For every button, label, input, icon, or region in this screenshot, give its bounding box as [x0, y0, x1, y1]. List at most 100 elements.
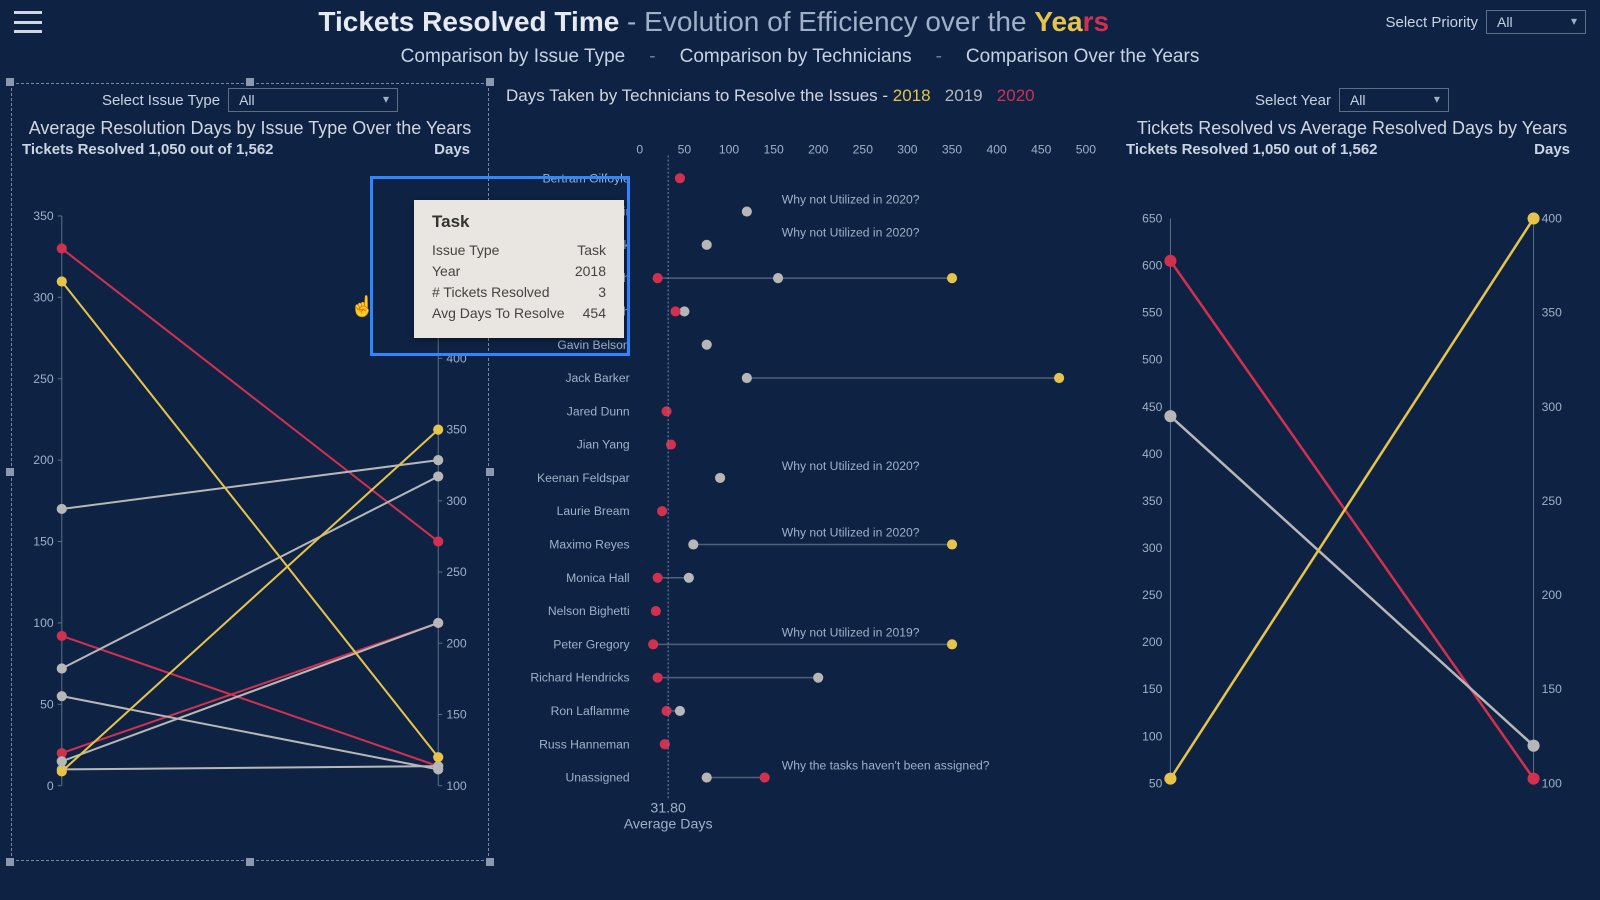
cursor-icon: ☝️ [350, 294, 375, 319]
legend-2018[interactable]: 2018 [893, 86, 931, 105]
right-title: Tickets Resolved vs Average Resolved Day… [1114, 118, 1590, 139]
tooltip-heading: Task [432, 212, 606, 232]
svg-text:Jack Barker: Jack Barker [565, 371, 629, 385]
svg-text:200: 200 [446, 636, 467, 650]
svg-text:50: 50 [40, 697, 54, 711]
title-sub-yellow: Yea [1034, 6, 1082, 37]
title-sub-pre: - Evolution of Efficiency over the [619, 6, 1034, 37]
nav-issue-type[interactable]: Comparison by Issue Type [401, 46, 626, 68]
svg-text:200: 200 [808, 142, 829, 156]
svg-text:400: 400 [1542, 212, 1562, 226]
svg-text:100: 100 [1142, 729, 1162, 743]
svg-text:300: 300 [33, 290, 54, 304]
svg-text:100: 100 [33, 616, 54, 630]
svg-text:Nelson Bighetti: Nelson Bighetti [548, 604, 630, 618]
title-sub-red: rs [1083, 6, 1109, 37]
tooltip: Task Issue TypeTask Year2018 # Tickets R… [414, 200, 624, 338]
nav-sep-2: - [936, 46, 942, 68]
svg-text:500: 500 [1142, 353, 1162, 367]
tooltip-k2: Year [432, 261, 460, 282]
svg-text:500: 500 [1076, 142, 1096, 156]
svg-text:Monica Hall: Monica Hall [566, 571, 630, 585]
svg-text:Jian Yang: Jian Yang [577, 438, 630, 452]
svg-text:Russ Hanneman: Russ Hanneman [539, 737, 630, 751]
svg-text:250: 250 [33, 372, 54, 386]
svg-text:100: 100 [1542, 776, 1562, 790]
svg-text:Unassigned: Unassigned [565, 771, 629, 785]
svg-text:250: 250 [1542, 494, 1562, 508]
tooltip-v4: 454 [583, 303, 606, 324]
nav-technicians[interactable]: Comparison by Technicians [680, 46, 912, 68]
svg-text:550: 550 [1142, 306, 1162, 320]
svg-text:350: 350 [1542, 306, 1562, 320]
svg-text:650: 650 [1142, 212, 1162, 226]
svg-text:Why not Utilized in 2020?: Why not Utilized in 2020? [782, 192, 920, 206]
svg-text:200: 200 [33, 453, 54, 467]
issue-type-label: Select Issue Type [102, 92, 220, 109]
tooltip-k4: Avg Days To Resolve [432, 303, 565, 324]
svg-text:Maximo Reyes: Maximo Reyes [549, 538, 629, 552]
page-title: Tickets Resolved Time - Evolution of Eff… [42, 6, 1385, 38]
svg-text:0: 0 [636, 142, 643, 156]
svg-text:Why not Utilized in 2020?: Why not Utilized in 2020? [782, 226, 920, 240]
right-panel: Select Year All Tickets Resolved vs Aver… [1114, 82, 1590, 862]
left-sub-right: Days [434, 141, 470, 158]
svg-text:200: 200 [1142, 635, 1162, 649]
svg-text:50: 50 [1149, 776, 1163, 790]
tooltip-v3: 3 [598, 282, 606, 303]
svg-text:450: 450 [1031, 142, 1052, 156]
legend-2019[interactable]: 2019 [945, 86, 983, 105]
mid-title-pre: Days Taken by Technicians to Resolve the… [506, 86, 893, 105]
priority-dropdown[interactable]: All [1486, 10, 1586, 34]
svg-text:300: 300 [1142, 541, 1162, 555]
svg-text:250: 250 [446, 565, 467, 579]
svg-text:Laurie Bream: Laurie Bream [557, 504, 630, 518]
svg-text:350: 350 [33, 209, 54, 223]
year-label: Select Year [1255, 92, 1331, 109]
svg-text:150: 150 [446, 708, 467, 722]
svg-text:Ron Laflamme: Ron Laflamme [551, 704, 630, 718]
tooltip-k3: # Tickets Resolved [432, 282, 550, 303]
svg-text:100: 100 [719, 142, 740, 156]
svg-text:Jared Dunn: Jared Dunn [567, 404, 630, 418]
right-chart[interactable]: 50 100 150 200 250 300 350 400 450 500 550 600 650 10… [1120, 166, 1584, 856]
tooltip-v2: 2018 [575, 261, 606, 282]
svg-text:150: 150 [1542, 682, 1562, 696]
right-sub-left: Tickets Resolved 1,050 out of 1,562 [1126, 141, 1378, 158]
svg-text:50: 50 [678, 142, 692, 156]
svg-text:Peter Gregory: Peter Gregory [553, 637, 630, 651]
nav-years[interactable]: Comparison Over the Years [966, 46, 1199, 68]
issue-type-dropdown[interactable]: All [228, 88, 398, 112]
year-dropdown[interactable]: All [1339, 88, 1449, 112]
legend-2020[interactable]: 2020 [997, 86, 1035, 105]
svg-text:450: 450 [1142, 400, 1162, 414]
hamburger-menu[interactable] [14, 11, 42, 33]
nav-sep-1: - [649, 46, 655, 68]
svg-text:350: 350 [446, 423, 467, 437]
title-main: Tickets Resolved Time [318, 6, 619, 37]
svg-text:Richard Hendricks: Richard Hendricks [530, 671, 629, 685]
svg-text:350: 350 [942, 142, 963, 156]
issue-type-value: All [239, 92, 255, 108]
svg-text:Why not Utilized in 2020?: Why not Utilized in 2020? [782, 459, 920, 473]
priority-value: All [1497, 14, 1513, 30]
svg-text:0: 0 [47, 779, 54, 793]
left-title: Average Resolution Days by Issue Type Ov… [10, 118, 490, 139]
left-sub-left: Tickets Resolved 1,050 out of 1,562 [22, 141, 274, 158]
svg-text:Why not Utilized in 2020?: Why not Utilized in 2020? [782, 525, 920, 539]
svg-text:300: 300 [446, 494, 467, 508]
svg-text:Why not Utilized in 2019?: Why not Utilized in 2019? [782, 625, 920, 639]
svg-text:31.80: 31.80 [650, 800, 686, 816]
right-sub-right: Days [1534, 141, 1570, 158]
svg-text:600: 600 [1142, 259, 1162, 273]
tooltip-v1: Task [577, 240, 606, 261]
svg-text:100: 100 [446, 779, 467, 793]
svg-text:Keenan Feldspar: Keenan Feldspar [537, 471, 630, 485]
svg-text:150: 150 [763, 142, 784, 156]
svg-text:150: 150 [33, 535, 54, 549]
svg-text:250: 250 [853, 142, 874, 156]
svg-text:Average Days: Average Days [624, 817, 713, 833]
svg-text:300: 300 [897, 142, 918, 156]
svg-text:350: 350 [1142, 494, 1162, 508]
svg-text:250: 250 [1142, 588, 1162, 602]
